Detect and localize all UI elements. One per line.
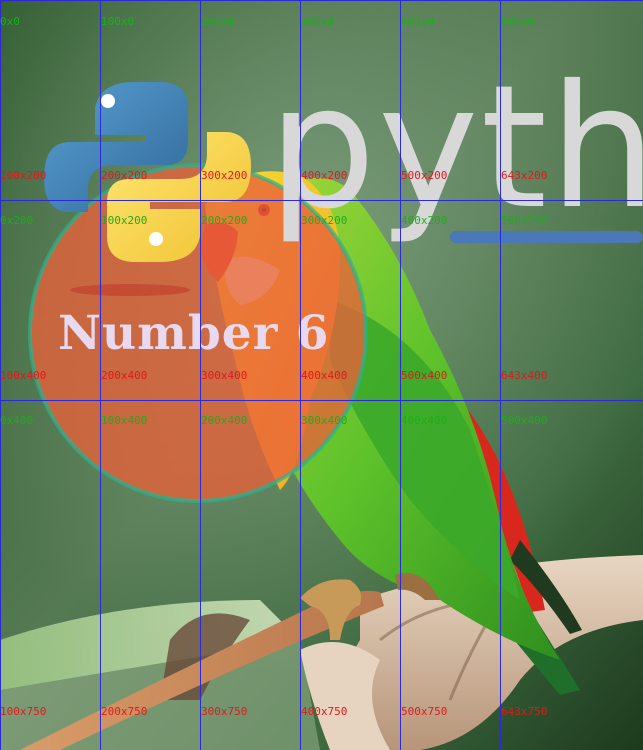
grid-label: 200x750: [101, 705, 148, 718]
grid-label: 300x0: [301, 15, 335, 28]
grid-label: 100x200: [0, 169, 47, 182]
grid-label: 100x400: [101, 414, 148, 427]
image-canvas: pytho Number 6 0x0 100x0 200x0 300x0 400…: [0, 0, 643, 750]
grid-label: 100x200: [101, 214, 148, 227]
grid-label: 643x750: [501, 705, 548, 718]
grid-label: 643x400: [501, 369, 548, 382]
grid-label: 200x0: [201, 15, 235, 28]
grid-label: 100x400: [0, 369, 47, 382]
grid-label: 500x400: [501, 414, 548, 427]
grid-label: 300x200: [301, 214, 348, 227]
grid-label: 500x0: [501, 15, 535, 28]
grid-label: 400x750: [301, 705, 348, 718]
grid-label: 400x200: [301, 169, 348, 182]
grid-label: 400x0: [401, 15, 435, 28]
grid-label: 300x750: [201, 705, 248, 718]
grid-label: 500x400: [401, 369, 448, 382]
grid-label: 300x400: [201, 369, 248, 382]
grid-label: 100x750: [0, 705, 47, 718]
grid-label: 400x400: [301, 369, 348, 382]
grid-label: 500x200: [401, 169, 448, 182]
grid-label: 643x200: [501, 169, 548, 182]
grid-label: 400x400: [401, 414, 448, 427]
grid-label: 200x200: [201, 214, 248, 227]
grid-label: 300x200: [201, 169, 248, 182]
grid-label: 300x400: [301, 414, 348, 427]
grid-label: 0x200: [0, 214, 34, 227]
grid-label: 200x400: [101, 369, 148, 382]
grid-label: 0x400: [0, 414, 34, 427]
grid-label: 500x200: [501, 214, 548, 227]
overlay-title: Number 6: [58, 306, 330, 361]
grid-label: 200x200: [101, 169, 148, 182]
grid-label: 400x200: [401, 214, 448, 227]
grid-label: 200x400: [201, 414, 248, 427]
grid-label: 500x750: [401, 705, 448, 718]
grid-label: 0x0: [0, 15, 20, 28]
grid-label: 100x0: [101, 15, 135, 28]
